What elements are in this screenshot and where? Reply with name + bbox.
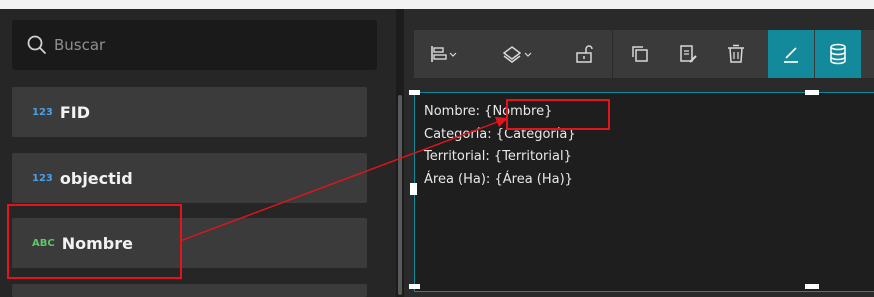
drag-arrow [179, 117, 508, 242]
